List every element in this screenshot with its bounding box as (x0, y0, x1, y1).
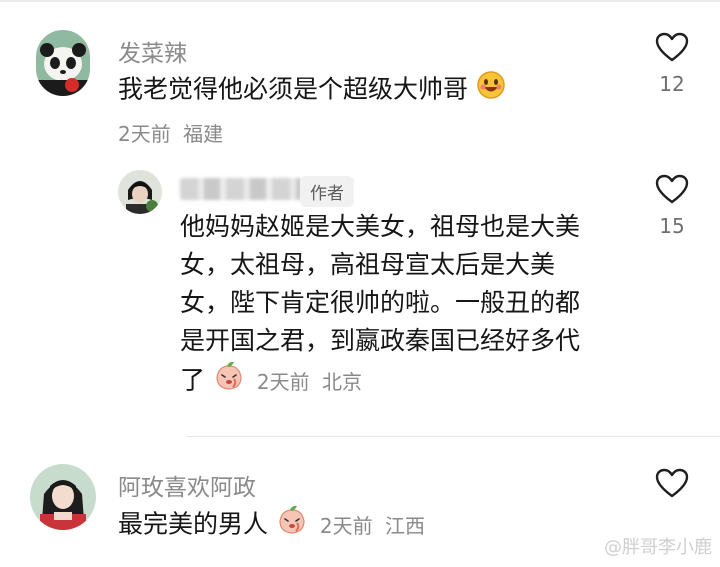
timestamp: 2天前 (256, 369, 310, 394)
like-button[interactable] (642, 468, 702, 508)
comment-text-content: 我老觉得他必须是个超级大帅哥 (118, 74, 469, 104)
comment-text-line: 女，太祖母，高祖母宣太后是大美 (180, 250, 556, 279)
comment-text-content: 了 (180, 365, 206, 395)
avatar[interactable] (36, 30, 90, 96)
grinning-face-emoji (476, 70, 506, 111)
heart-icon (655, 32, 689, 62)
username[interactable]: 阿玫喜欢阿政 (118, 468, 256, 502)
timestamp: 2天前 (319, 513, 373, 538)
comment-text: 他妈妈赵姬是大美女，祖母也是大美 女，太祖母，高祖母宣太后是大美 女，陛下肯定很… (180, 208, 620, 403)
comment-text-line: 了 2天前 北京 (180, 360, 620, 403)
heart-icon (655, 174, 689, 204)
comment-text-line: 他妈妈赵姬是大美女，祖母也是大美 (180, 212, 581, 241)
timestamp: 2天前 (118, 122, 171, 146)
comment-text: 最完美的男人 2天前 江西 (118, 504, 425, 547)
watermark: @胖哥李小鹿 (604, 537, 712, 558)
like-count: 12 (659, 72, 685, 96)
avatar[interactable] (118, 170, 162, 214)
comment-text-line: 是开国之君，到嬴政秦国已经好多代 (180, 326, 581, 355)
like-button[interactable]: 12 (642, 32, 702, 96)
location: 江西 (385, 513, 426, 538)
username-blurred[interactable] (180, 178, 302, 200)
peach-shy-emoji (276, 504, 308, 547)
location: 北京 (322, 369, 363, 394)
comment-meta: 2天前 福建 (118, 118, 223, 147)
like-count: 15 (659, 214, 685, 238)
divider (186, 436, 720, 437)
comment-text-line: 女，陛下肯定很帅的啦。一般丑的都 (180, 288, 581, 317)
comment-text-content: 最完美的男人 (118, 509, 269, 539)
username[interactable]: 发菜辣 (118, 34, 187, 68)
author-tag: 作者 (300, 176, 354, 207)
avatar[interactable] (30, 464, 96, 530)
top-divider (0, 0, 720, 2)
heart-icon (655, 468, 689, 498)
location: 福建 (183, 122, 224, 146)
comment-text: 我老觉得他必须是个超级大帅哥 (118, 70, 506, 111)
peach-shy-emoji (213, 360, 245, 403)
like-button[interactable]: 15 (642, 174, 702, 238)
